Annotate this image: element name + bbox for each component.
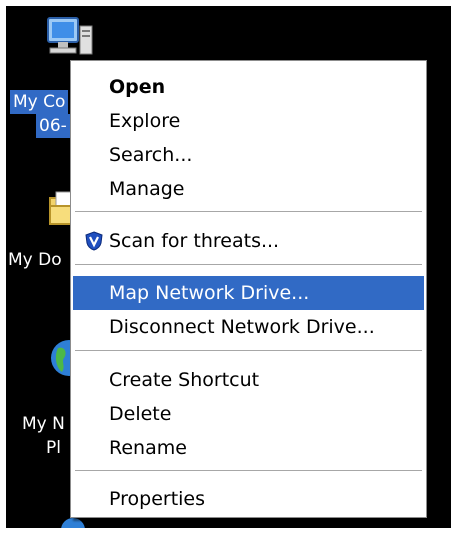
menu-item-label: Properties [109,488,206,510]
menu-item-label: Search... [109,144,193,166]
menu-item-open[interactable]: Open [73,70,424,104]
menu-item-label: Scan for threats... [109,230,280,252]
menu-item-label: Map Network Drive... [109,282,310,304]
desktop-icon-label: My Co [10,90,69,114]
menu-item-label: Create Shortcut [109,369,260,391]
menu-item-label: Disconnect Network Drive... [109,316,375,338]
menu-item-label: Manage [109,178,185,200]
desktop-icon-label: 06- [36,114,70,138]
menu-item-rename[interactable]: Rename [73,431,424,465]
menu-item-search[interactable]: Search... [73,138,424,172]
menu-item-map-network-drive[interactable]: Map Network Drive... [73,276,424,310]
menu-separator [75,350,422,352]
menu-item-explore[interactable]: Explore [73,104,424,138]
desktop-icon-label: My N [22,414,65,434]
menu-item-disconnect-network-drive[interactable]: Disconnect Network Drive... [73,310,424,344]
desktop-icon-label: Pl [46,438,61,458]
computer-icon [47,17,93,55]
menu-item-label: Delete [109,403,172,425]
desktop-icon-label: My Do [8,250,62,270]
menu-item-label: Explore [109,110,181,132]
menu-item-label: Open [109,76,166,98]
menu-item-create-shortcut[interactable]: Create Shortcut [73,363,424,397]
context-menu: Open Explore Search... Manage Scan for t… [70,60,427,518]
menu-item-delete[interactable]: Delete [73,397,424,431]
menu-item-manage[interactable]: Manage [73,172,424,206]
menu-separator [75,211,422,213]
menu-separator [75,470,422,472]
shield-v-icon [85,231,103,251]
menu-item-label: Rename [109,437,187,459]
menu-item-properties[interactable]: Properties [73,482,424,516]
menu-separator [75,264,422,266]
menu-item-scan-for-threats[interactable]: Scan for threats... [73,224,424,258]
